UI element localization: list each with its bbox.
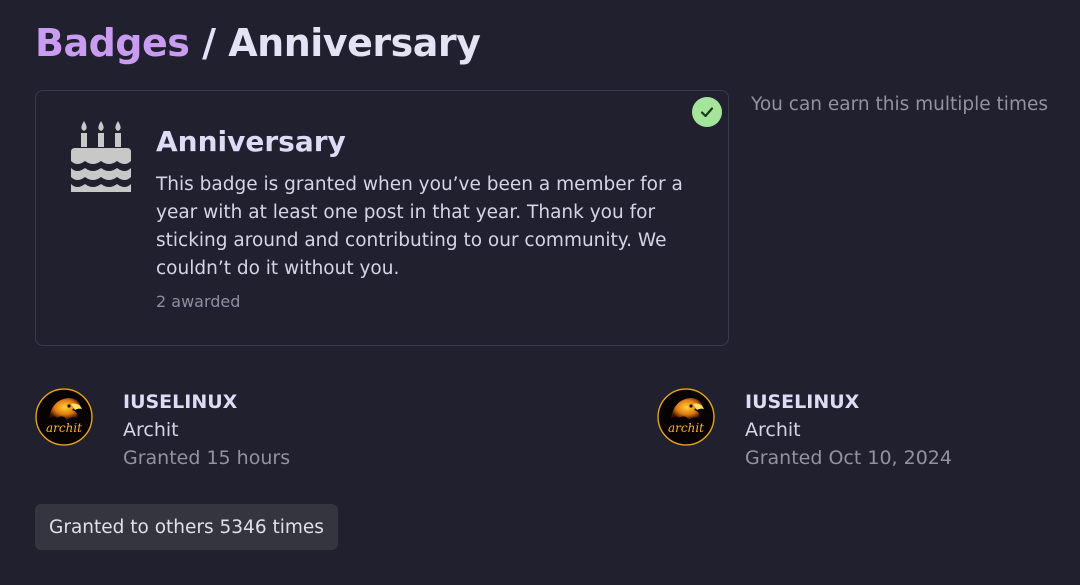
eagle-avatar-icon[interactable]: archit: [657, 388, 715, 446]
breadcrumb-separator: /: [202, 21, 216, 65]
breadcrumb: Badges / Anniversary: [35, 18, 481, 68]
page: Badges / Anniversary Anniversary This ba…: [0, 0, 1080, 585]
birthday-cake-icon: [69, 121, 133, 193]
badge-card: Anniversary This badge is granted when y…: [35, 90, 729, 346]
check-icon: [692, 97, 722, 127]
badge-description: This badge is granted when you’ve been a…: [156, 174, 683, 279]
grant-name: Archit: [745, 419, 801, 441]
grant-date: Granted 15 hours: [123, 447, 291, 469]
grant-name: Archit: [123, 419, 179, 441]
granted-to-others-button[interactable]: Granted to others 5346 times: [35, 504, 338, 550]
svg-text:archit: archit: [46, 421, 82, 435]
grant-date: Granted Oct 10, 2024: [745, 447, 952, 469]
breadcrumb-link-badges[interactable]: Badges: [35, 21, 190, 65]
svg-text:archit: archit: [668, 421, 704, 435]
page-title: Anniversary: [228, 21, 481, 65]
grant-username[interactable]: IUSELINUX: [123, 389, 237, 415]
grant-username[interactable]: IUSELINUX: [745, 389, 859, 415]
awarded-count: 2 awarded: [156, 292, 241, 311]
eagle-avatar-icon[interactable]: archit: [35, 388, 93, 446]
multiple-times-note: You can earn this multiple times: [751, 94, 1048, 115]
badge-title: Anniversary: [156, 125, 346, 158]
